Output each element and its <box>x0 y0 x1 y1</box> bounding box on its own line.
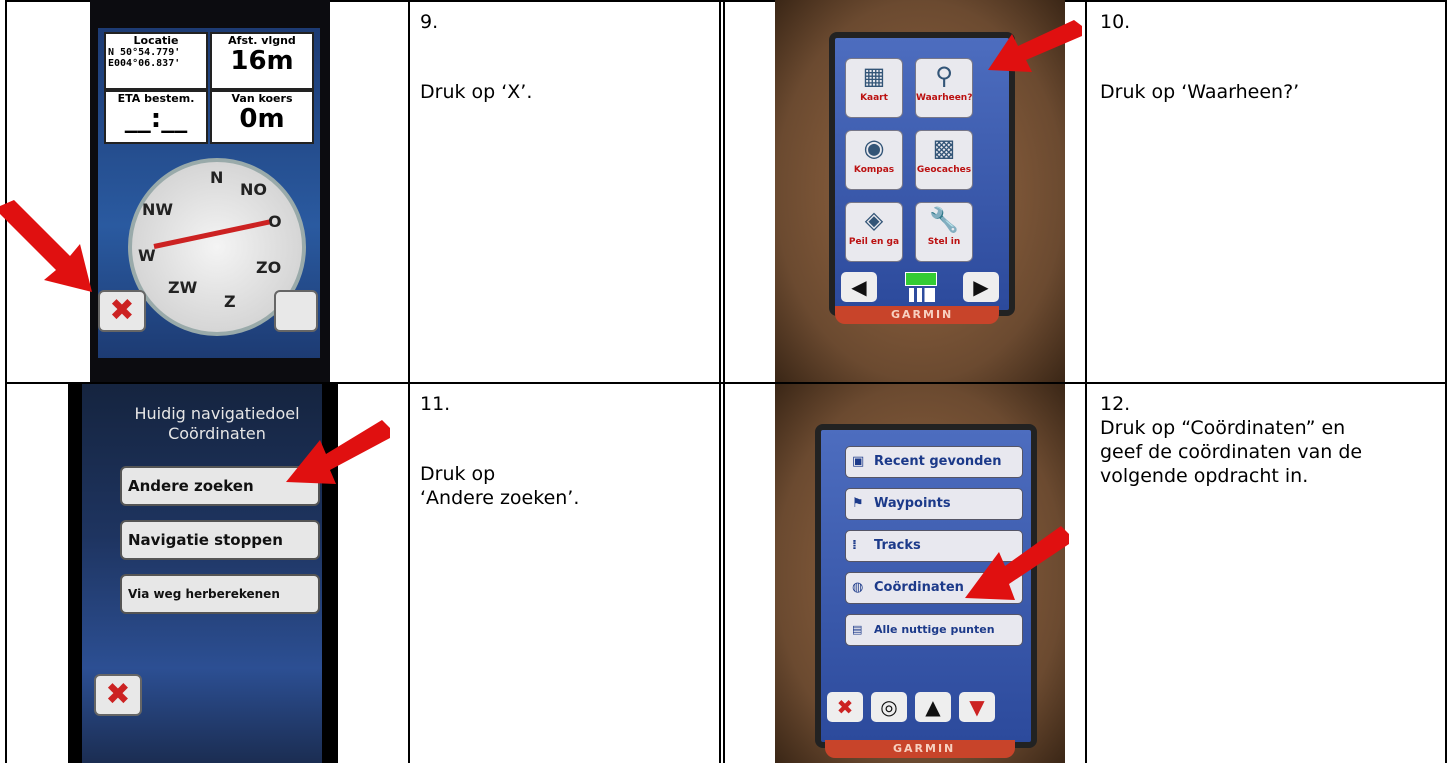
abc-icon: ▤ <box>852 623 863 636</box>
sight-icon: ◈ <box>864 206 884 234</box>
pointer-arrow-icon <box>988 20 1082 72</box>
compass-o: O <box>268 212 282 231</box>
tile-peil-en-ga[interactable]: ◈ Peil en ga <box>845 202 903 262</box>
compass-icon: ◉ <box>863 134 885 162</box>
target-icon: ◎ <box>880 695 898 719</box>
pointer-arrow-icon <box>0 200 92 292</box>
tile-label: Kompas <box>853 165 895 175</box>
tile-label: Geocaches <box>916 165 972 175</box>
tracks-icon: ⁞ <box>852 538 857 553</box>
brand-logo: GARMIN <box>893 742 956 755</box>
wrench-icon: 🔧 <box>929 206 959 234</box>
arrow-up-icon: ▲ <box>925 695 941 719</box>
compass-no: NO <box>240 180 267 199</box>
menu-item-poi[interactable]: ▤ Alle nuttige punten <box>845 614 1023 646</box>
step-instruction: Druk op “Coördinaten” en geef de coördin… <box>1100 417 1363 487</box>
recent-icon: ▣ <box>852 454 865 469</box>
menu-item-label: Coördinaten <box>874 580 964 595</box>
close-icon: ✖ <box>105 677 131 712</box>
offcourse-value: 0m <box>239 104 285 134</box>
close-icon: ✖ <box>836 695 854 719</box>
target-button[interactable]: ◎ <box>871 692 907 722</box>
step-instruction: Druk op ‘Waarheen?’ <box>1100 81 1300 103</box>
step-number: 10. <box>1100 11 1131 33</box>
brand-logo: GARMIN <box>891 308 954 321</box>
coord-east: E004°06.837' <box>108 58 181 69</box>
step-number: 9. <box>420 11 439 33</box>
tile-kompas[interactable]: ◉ Kompas <box>845 130 903 190</box>
menu-item-label: Tracks <box>874 538 921 553</box>
location-label: Locatie <box>133 34 179 47</box>
tile-label: Stel in <box>927 237 961 247</box>
flag-icon: ⚑ <box>852 496 864 511</box>
tile-waarheen[interactable]: ⚲ Waarheen? <box>915 58 973 118</box>
compass-w: W <box>138 246 156 265</box>
pointer-arrow-icon <box>965 526 1069 600</box>
eta-value: __:__ <box>124 104 188 134</box>
save-icon[interactable] <box>274 290 318 332</box>
battery-icon <box>905 272 937 286</box>
pointer-arrow-icon <box>286 420 390 484</box>
arrow-down-icon: ▼ <box>969 695 985 719</box>
signal-icon <box>909 288 935 302</box>
arrow-left-icon: ◀ <box>851 275 867 299</box>
menu-item-label: Waypoints <box>874 496 951 511</box>
step-instruction: Druk op ‘Andere zoeken’. <box>420 463 580 509</box>
compass-needle <box>153 219 270 249</box>
globe-icon: ◍ <box>852 580 864 595</box>
device-screen: Locatie N 50°54.779' E004°06.837' Afst. … <box>98 28 320 358</box>
tile-geocaches[interactable]: ▩ Geocaches <box>915 130 973 190</box>
location-box: Locatie N 50°54.779' E004°06.837' <box>104 32 208 90</box>
stop-navigation-button[interactable]: Navigatie stoppen <box>120 520 320 560</box>
distance-box: Afst. vlgnd 16m <box>210 32 314 90</box>
scroll-down-button[interactable]: ▼ <box>959 692 995 722</box>
tile-stel-in[interactable]: 🔧 Stel in <box>915 202 973 262</box>
menu-item-recent[interactable]: ▣ Recent gevonden <box>845 446 1023 478</box>
menu-item-waypoints[interactable]: ⚑ Waypoints <box>845 488 1023 520</box>
compass-z: Z <box>224 292 236 311</box>
tile-label: Waarheen? <box>916 93 973 103</box>
close-button[interactable]: ✖ <box>94 674 142 716</box>
compass-n: N <box>210 168 224 187</box>
step-instruction: Druk op ‘X’. <box>420 81 533 103</box>
compass-nw: NW <box>142 200 174 219</box>
step-number: 11. <box>420 393 451 415</box>
next-page-button[interactable]: ▶ <box>963 272 999 302</box>
offcourse-box: Van koers 0m <box>210 90 314 144</box>
photo-compass-screen: Locatie N 50°54.779' E004°06.837' Afst. … <box>90 0 330 382</box>
tile-label: Kaart <box>860 93 888 103</box>
compass-zw: ZW <box>168 278 198 297</box>
tile-kaart[interactable]: ▦ Kaart <box>845 58 903 118</box>
eta-box: ETA bestem. __:__ <box>104 90 208 144</box>
distance-value: 16m <box>230 46 294 76</box>
compass-zo: ZO <box>256 258 282 277</box>
scroll-up-button[interactable]: ▲ <box>915 692 951 722</box>
tile-label: Peil en ga <box>848 237 900 247</box>
coord-north: N 50°54.779' <box>108 47 181 58</box>
map-icon: ▦ <box>862 62 886 90</box>
close-button[interactable]: ✖ <box>98 290 146 332</box>
recalculate-button[interactable]: Via weg herberekenen <box>120 574 320 614</box>
arrow-right-icon: ▶ <box>973 275 989 299</box>
prev-page-button[interactable]: ◀ <box>841 272 877 302</box>
menu-item-label: Recent gevonden <box>874 454 1002 469</box>
geocache-icon: ▩ <box>932 134 956 162</box>
step-number: 12. <box>1100 393 1131 415</box>
close-button[interactable]: ✖ <box>827 692 863 722</box>
menu-item-label: Alle nuttige punten <box>874 623 995 636</box>
close-icon: ✖ <box>109 293 135 328</box>
magnifier-icon: ⚲ <box>935 62 953 90</box>
